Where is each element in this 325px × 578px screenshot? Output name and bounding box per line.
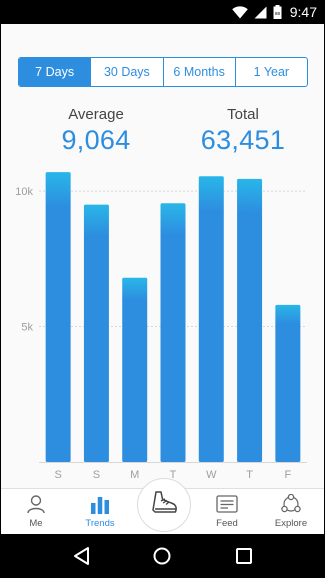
status-bar: 88 9:47 xyxy=(0,0,325,24)
range-7-days[interactable]: 7 Days xyxy=(19,58,92,86)
x-tick-label: S xyxy=(54,469,61,481)
time-range-selector: 7 Days 30 Days 6 Months 1 Year xyxy=(18,57,308,87)
svg-text:88: 88 xyxy=(275,11,281,16)
x-tick-label: T xyxy=(246,469,253,481)
chart-bar-1[interactable] xyxy=(83,204,109,463)
bar-chart-icon xyxy=(90,493,110,515)
person-icon xyxy=(26,493,46,515)
recents-icon[interactable] xyxy=(224,536,264,576)
chart-bar-2[interactable] xyxy=(122,277,148,462)
total-label: Total xyxy=(227,106,259,123)
status-time: 9:47 xyxy=(289,4,317,20)
home-icon[interactable] xyxy=(142,536,182,576)
x-tick-label: S xyxy=(93,469,100,481)
y-tick-label: 5k xyxy=(21,322,33,334)
explore-icon xyxy=(280,493,302,515)
nav-me[interactable]: Me xyxy=(6,493,66,533)
chart-bar-3[interactable] xyxy=(160,203,186,463)
nav-trends[interactable]: Trends xyxy=(70,493,130,533)
range-30-days[interactable]: 30 Days xyxy=(91,58,164,86)
average-label: Average xyxy=(68,106,124,123)
nav-trends-label: Trends xyxy=(85,518,115,529)
range-1-year[interactable]: 1 Year xyxy=(236,58,307,86)
back-icon[interactable] xyxy=(61,536,101,576)
average-value: 9,064 xyxy=(61,125,131,155)
nav-explore-label: Explore xyxy=(274,518,308,529)
chart-bar-6[interactable] xyxy=(275,304,301,462)
x-tick-label: M xyxy=(130,469,139,481)
trends-screen: 7 Days 30 Days 6 Months 1 Year Average 9… xyxy=(1,24,324,534)
shoe-icon xyxy=(150,490,178,521)
average-stat: Average 9,064 xyxy=(41,106,151,156)
x-tick-label: W xyxy=(206,469,217,481)
total-value: 63,451 xyxy=(200,125,286,155)
wifi-icon xyxy=(231,5,248,19)
system-navigation-bar xyxy=(0,534,325,578)
chart-bar-4[interactable] xyxy=(198,176,224,462)
nav-explore[interactable]: Explore xyxy=(261,493,321,533)
chart-bar-5[interactable] xyxy=(237,178,263,462)
activity-button[interactable] xyxy=(137,478,191,532)
feed-icon xyxy=(216,493,238,515)
chart-canvas: 10k5kS S M T W T F xyxy=(15,172,307,481)
range-6-months[interactable]: 6 Months xyxy=(164,58,236,86)
battery-icon: 88 xyxy=(273,5,282,19)
nav-me-label: Me xyxy=(29,518,43,529)
chart-bar-0[interactable] xyxy=(45,172,71,463)
total-stat: Total 63,451 xyxy=(188,106,298,156)
nav-feed-label: Feed xyxy=(216,518,238,529)
signal-icon xyxy=(254,6,267,19)
x-tick-label: F xyxy=(284,469,291,481)
nav-feed[interactable]: Feed xyxy=(197,493,257,533)
steps-bar-chart: 10k 5k S S M T W T F xyxy=(1,164,324,494)
y-tick-label: 10k xyxy=(15,186,33,198)
